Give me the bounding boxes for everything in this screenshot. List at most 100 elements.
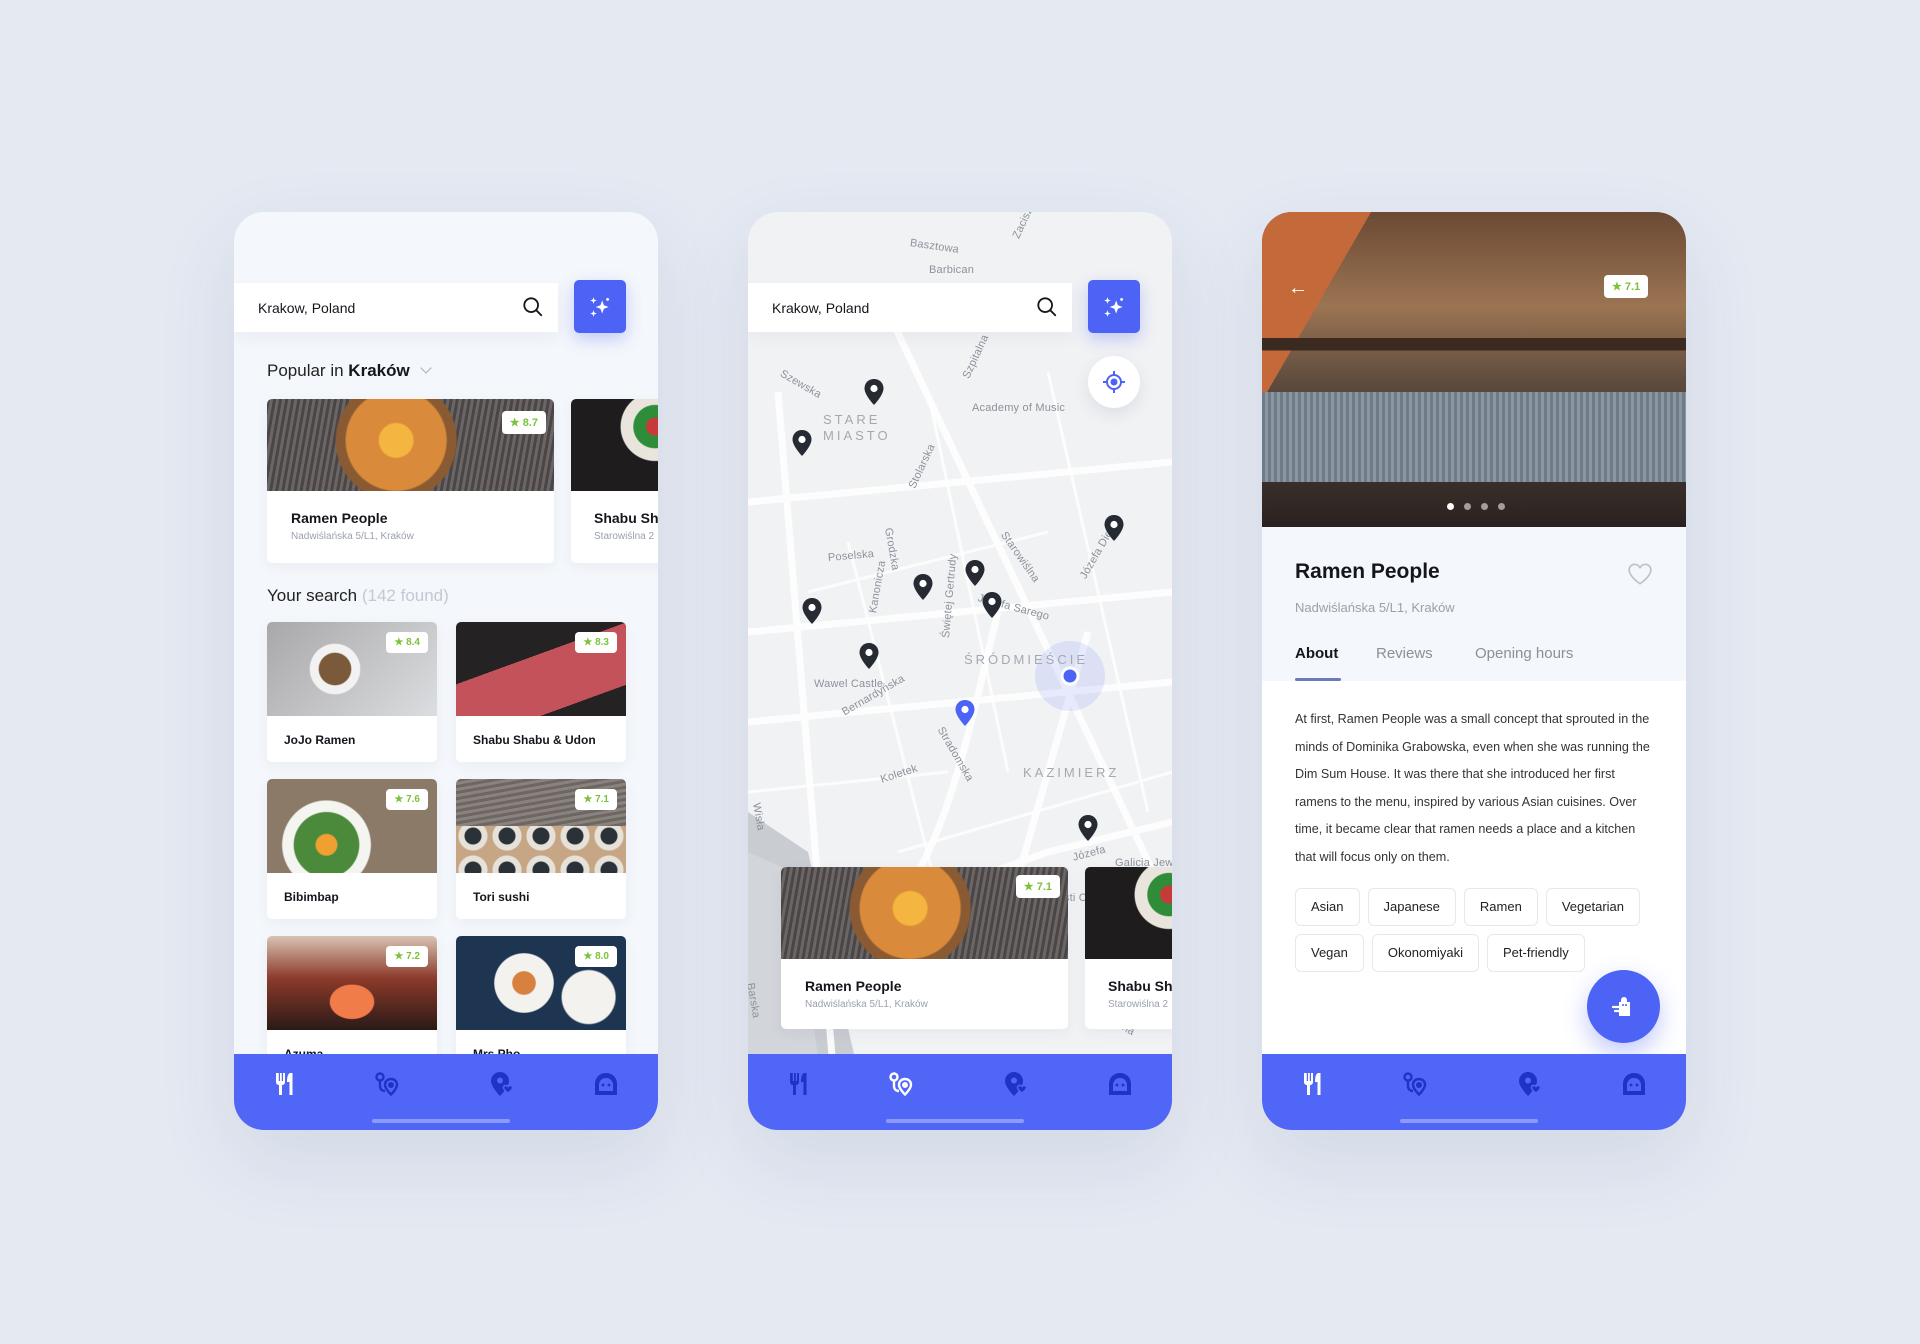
restaurant-name: Shabu Sh xyxy=(1108,978,1172,994)
map-district-label: KAZIMIERZ xyxy=(1023,765,1120,780)
restaurant-photo[interactable] xyxy=(1262,212,1686,527)
tag-chip[interactable]: Asian xyxy=(1295,888,1360,926)
home-indicator xyxy=(1400,1119,1538,1123)
restaurant-map-pin[interactable] xyxy=(801,597,823,625)
heart-icon[interactable] xyxy=(1627,562,1653,586)
tag-chip[interactable]: Vegan xyxy=(1295,934,1364,972)
tab-opening-hours[interactable]: Opening hours xyxy=(1475,645,1573,662)
restaurants-icon[interactable] xyxy=(1299,1070,1327,1098)
restaurant-map-pin[interactable] xyxy=(863,378,885,406)
home-indicator xyxy=(372,1119,510,1123)
order-button[interactable] xyxy=(1587,970,1660,1043)
profile-icon[interactable] xyxy=(1106,1070,1134,1098)
food-photo xyxy=(571,399,658,491)
tag-chip[interactable]: Ramen xyxy=(1463,888,1538,926)
profile-icon[interactable] xyxy=(1620,1070,1648,1098)
restaurants-icon[interactable] xyxy=(271,1070,299,1098)
restaurant-map-pin[interactable] xyxy=(1103,514,1125,542)
restaurants-icon[interactable] xyxy=(785,1070,813,1098)
search-icon[interactable] xyxy=(1036,296,1058,318)
restaurant-address: Nadwiślańska 5/L1, Kraków xyxy=(805,999,928,1010)
page-dot xyxy=(1464,503,1471,510)
result-card[interactable]: ★ 7.6 Bibimbap xyxy=(267,779,437,919)
favorite-places-icon[interactable] xyxy=(1516,1070,1544,1098)
search-value: Krakow, Poland xyxy=(258,299,356,316)
tag-chip[interactable]: Okonomiyaki xyxy=(1371,934,1480,972)
back-button[interactable]: ← xyxy=(1288,276,1312,300)
favorite-places-icon[interactable] xyxy=(488,1070,516,1098)
explore-screen: Krakow, Poland Popular in Kraków ★ 8.7 R… xyxy=(234,212,658,1130)
favorite-places-icon[interactable] xyxy=(1002,1070,1030,1098)
food-photo xyxy=(1085,867,1172,959)
restaurant-map-pin[interactable] xyxy=(791,429,813,457)
map-route-icon[interactable] xyxy=(1400,1070,1428,1098)
rating-badge: ★ 8.3 xyxy=(575,632,617,653)
restaurant-address: Starowiślna 2 xyxy=(594,531,655,542)
search-icon[interactable] xyxy=(522,296,544,318)
result-card[interactable]: ★ 8.3 Shabu Shabu & Udon xyxy=(456,622,626,762)
profile-icon[interactable] xyxy=(592,1070,620,1098)
map-restaurant-card[interactable]: Shabu Sh Starowiślna 2 xyxy=(1085,867,1172,1029)
popular-card[interactable]: ★ 8.7 Ramen People Nadwiślańska 5/L1, Kr… xyxy=(267,399,554,563)
restaurant-map-pin[interactable] xyxy=(1077,814,1099,842)
restaurant-map-pin[interactable] xyxy=(964,559,986,587)
tag-chip[interactable]: Japanese xyxy=(1367,888,1456,926)
page-dot xyxy=(1498,503,1505,510)
restaurant-address: Starowiślna 2 xyxy=(1108,999,1169,1010)
bottom-nav xyxy=(234,1054,658,1130)
search-input[interactable]: Krakow, Poland xyxy=(234,283,558,332)
map-restaurant-card[interactable]: ★ 7.1 Ramen People Nadwiślańska 5/L1, Kr… xyxy=(781,867,1068,1029)
map-street-label: Academy of Music xyxy=(972,402,1066,414)
restaurant-name: Bibimbap xyxy=(284,890,339,904)
shopping-bag-icon xyxy=(1611,996,1630,1016)
tab-about[interactable]: About xyxy=(1295,645,1338,662)
result-card[interactable]: ★ 7.1 Tori sushi xyxy=(456,779,626,919)
rating-badge: ★ 7.2 xyxy=(386,946,428,967)
map-route-icon[interactable] xyxy=(886,1070,914,1098)
search-heading: Your search (142 found) xyxy=(267,586,449,605)
restaurant-map-pin[interactable] xyxy=(912,573,934,601)
popular-heading[interactable]: Popular in Kraków xyxy=(267,361,433,381)
city-selector[interactable]: Kraków xyxy=(348,361,409,380)
locate-me-button[interactable] xyxy=(1088,356,1140,408)
rating-badge: ★ 8.4 xyxy=(386,632,428,653)
result-count: (142 found) xyxy=(361,586,449,605)
restaurant-address: Nadwiślańska 5/L1, Kraków xyxy=(1295,600,1455,615)
rating-badge: ★ 8.0 xyxy=(575,946,617,967)
restaurant-name: Tori sushi xyxy=(473,890,530,904)
page-dot xyxy=(1481,503,1488,510)
sparkles-icon xyxy=(1101,294,1127,320)
search-value: Krakow, Poland xyxy=(772,299,870,316)
crosshair-icon xyxy=(1103,371,1125,393)
tag-chip[interactable]: Pet-friendly xyxy=(1487,934,1585,972)
result-card[interactable]: ★ 8.4 JoJo Ramen xyxy=(267,622,437,762)
restaurant-map-pin[interactable] xyxy=(858,642,880,670)
restaurant-name: Ramen People xyxy=(805,978,902,994)
rating-badge: ★ 7.6 xyxy=(386,789,428,810)
rating-badge: ★ 8.7 xyxy=(501,411,546,434)
restaurant-map-pin[interactable] xyxy=(981,591,1003,619)
popular-prefix: Popular in xyxy=(267,361,344,380)
map-route-icon[interactable] xyxy=(372,1070,400,1098)
bottom-nav xyxy=(748,1054,1172,1130)
popular-card[interactable]: Shabu Sh Starowiślna 2 xyxy=(571,399,658,563)
map-district-label: STARE MIASTO xyxy=(823,412,891,443)
restaurant-name: Shabu Sh xyxy=(594,510,658,526)
rating-badge: ★ 7.1 xyxy=(575,789,617,810)
tag-chip[interactable]: Vegetarian xyxy=(1545,888,1641,926)
bottom-nav xyxy=(1262,1054,1686,1130)
selected-map-pin[interactable] xyxy=(954,699,976,727)
search-input[interactable]: Krakow, Poland xyxy=(748,283,1072,332)
filter-button[interactable] xyxy=(574,280,626,333)
rating-badge: ★ 7.1 xyxy=(1604,275,1649,298)
current-location-dot xyxy=(1060,666,1080,686)
restaurant-name: Ramen People xyxy=(1295,560,1440,583)
chevron-down-icon[interactable] xyxy=(420,362,433,374)
sparkles-icon xyxy=(587,294,613,320)
map-district-label: ŚRÓDMIEŚCIE xyxy=(964,652,1089,667)
filter-button[interactable] xyxy=(1088,280,1140,333)
tab-reviews[interactable]: Reviews xyxy=(1376,645,1433,662)
map-street-label: Barbican xyxy=(929,264,975,276)
page-dot-active xyxy=(1447,503,1454,510)
restaurant-detail-screen: ← ★ 7.1 Ramen People Nadwiślańska 5/L1, … xyxy=(1262,212,1686,1130)
